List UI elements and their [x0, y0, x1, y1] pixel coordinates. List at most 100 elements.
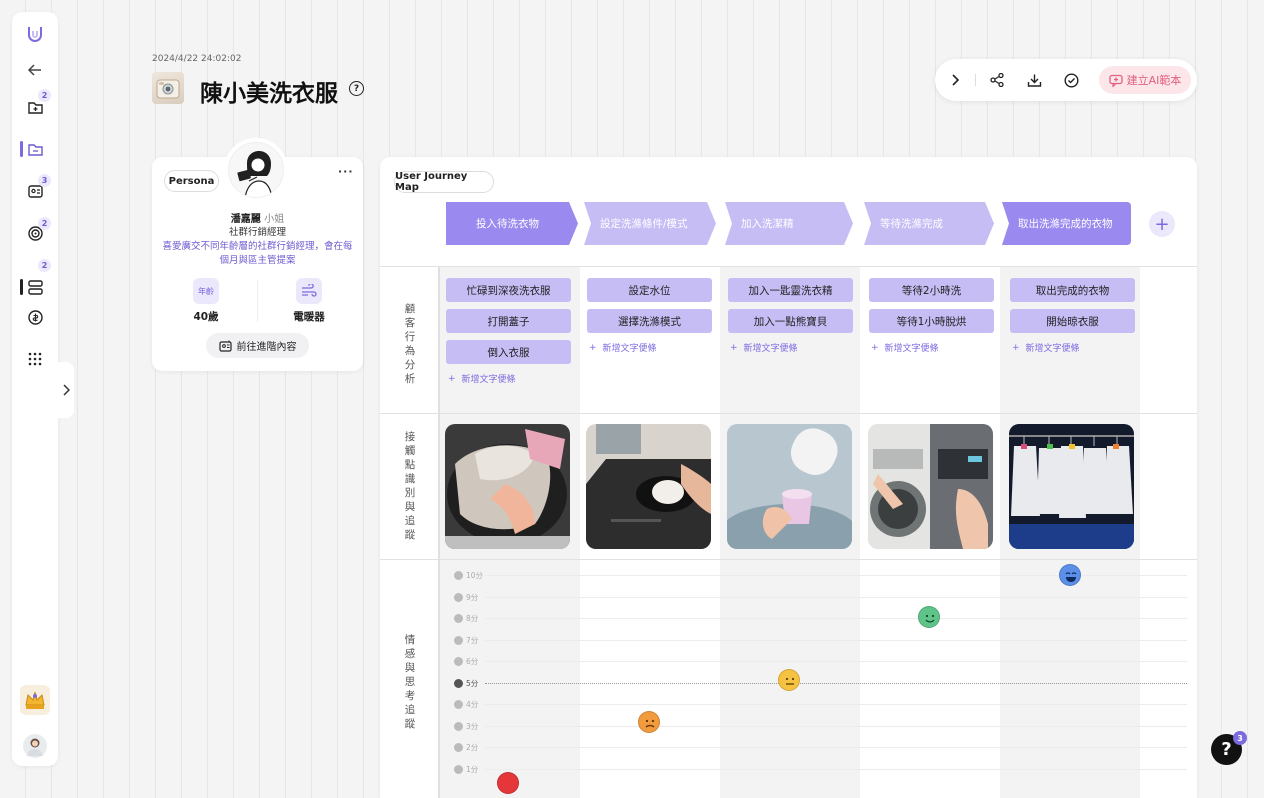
face-icon [454, 614, 463, 623]
more-options-icon[interactable]: ··· [338, 165, 354, 178]
emotion-point-stage-4[interactable] [918, 606, 940, 628]
add-note-button[interactable]: + 新增文字便條 [730, 341, 798, 355]
emotion-point-stage-2[interactable] [638, 711, 660, 733]
add-note-button[interactable]: + 新增文字便條 [589, 341, 657, 355]
plus-icon: + [1012, 342, 1020, 353]
ai-chat-icon [1108, 74, 1123, 87]
score-label: 8分 [454, 613, 478, 624]
add-note-label: 新增文字便條 [461, 375, 516, 385]
plus-icon: + [871, 342, 879, 353]
sidebar-collapse-button[interactable] [58, 362, 74, 418]
sticky-note[interactable]: 打開蓋子 [446, 309, 571, 333]
page-title: 陳小美洗衣服 [200, 81, 338, 107]
emotion-row-label: 情感與思考追蹤 [404, 634, 416, 730]
toolbar-divider [975, 74, 976, 86]
journey-map-tag: User Journey Map [394, 171, 494, 193]
sticky-note[interactable]: 加入一匙靈洗衣精 [728, 278, 853, 302]
add-stage-button[interactable]: + [1149, 211, 1175, 237]
persona-description: 喜愛廣交不同年齡層的社群行銷經理，會在每個月與區主管提案 [162, 241, 353, 266]
app-logo-icon[interactable] [23, 22, 47, 46]
touchpoint-photo-detergent[interactable] [727, 424, 852, 549]
chevron-right-icon[interactable] [944, 69, 966, 91]
download-icon[interactable] [1023, 69, 1045, 91]
stage-1[interactable]: 投入待洗衣物 [446, 202, 578, 245]
score-label: 7分 [454, 635, 478, 646]
persona-card: Persona ··· 潘嘉麗 小姐 社群行銷經理 喜愛廣交不同年齡層的社群行銷… [152, 138, 363, 371]
score-label: 9分 [454, 592, 478, 603]
gridline [485, 747, 1187, 748]
page-timestamp: 2024/4/22 24:02:02 [152, 54, 242, 64]
sticky-note[interactable]: 設定水位 [587, 278, 712, 302]
sticky-note[interactable]: 等待1小時脫烘 [869, 309, 994, 333]
emotion-point-stage-1[interactable] [497, 772, 519, 794]
user-avatar[interactable] [21, 732, 49, 760]
crown-avatar-icon[interactable] [19, 684, 51, 716]
sticky-note[interactable]: 選擇洗滌模式 [587, 309, 712, 333]
persona-role: 社群行銷經理 [228, 227, 286, 238]
face-icon [454, 679, 463, 688]
stage-2[interactable]: 設定洗滌條件/模式 [584, 202, 716, 245]
sticky-note[interactable]: 加入一點熊寶貝 [728, 309, 853, 333]
gridline [485, 618, 1187, 619]
persona-age: 40歲 [193, 311, 219, 323]
emotion-point-stage-5[interactable] [1059, 564, 1081, 586]
persona-name: 潘嘉麗 小姐 [152, 210, 363, 225]
check-circle-icon[interactable] [1060, 69, 1082, 91]
advanced-content-button[interactable]: 前往進階內容 [206, 333, 309, 358]
smile-face-icon [925, 614, 935, 623]
attribute-divider [257, 280, 258, 322]
coin-icon[interactable] [23, 305, 47, 329]
sticky-note[interactable]: 開始晾衣服 [1010, 309, 1135, 333]
target-badge: 2 [38, 217, 51, 230]
grin-face-icon [1065, 572, 1077, 582]
touchpoint-photo-dryer-panel[interactable] [868, 424, 993, 549]
create-ai-template-button[interactable]: 建立AI範本 [1099, 66, 1191, 94]
row-divider [380, 413, 1197, 414]
face-icon [454, 700, 463, 709]
plus-icon: + [730, 342, 738, 353]
sticky-note[interactable]: 倒入衣服 [446, 340, 571, 364]
title-thumbnail [152, 72, 184, 104]
sticky-note[interactable]: 等待2小時洗 [869, 278, 994, 302]
add-note-button[interactable]: + 新增文字便條 [871, 341, 939, 355]
gridline [485, 726, 1187, 727]
add-note-button[interactable]: + 新增文字便條 [448, 372, 516, 386]
gridline [485, 769, 1187, 770]
score-label: 6分 [454, 656, 478, 667]
journey-folder-icon[interactable] [23, 137, 47, 161]
stage-4[interactable]: 等待洗滌完成 [864, 202, 994, 245]
face-icon [454, 722, 463, 731]
plus-icon: + [589, 342, 597, 353]
help-icon[interactable]: ? [349, 81, 364, 96]
touchpoint-photo-washer-panel[interactable] [586, 424, 711, 549]
share-icon[interactable] [986, 69, 1008, 91]
folder-badge: 2 [38, 89, 51, 102]
persona-avatar[interactable] [224, 138, 288, 202]
add-note-button[interactable]: + 新增文字便條 [1012, 341, 1080, 355]
add-note-label: 新增文字便條 [1025, 344, 1080, 354]
row-divider [380, 559, 1197, 560]
toolbar: 建立AI範本 [935, 59, 1197, 101]
emotion-point-stage-3[interactable] [778, 669, 800, 691]
sticky-note[interactable]: 忙碌到深夜洗衣服 [446, 278, 571, 302]
touchpoint-row-label: 接觸點識別與追蹤 [404, 431, 416, 541]
back-arrow-icon[interactable] [23, 58, 47, 82]
help-badge: 3 [1233, 731, 1247, 745]
score-label: 4分 [454, 699, 478, 710]
add-note-label: 新增文字便條 [743, 344, 798, 354]
score-label: 5分 [454, 678, 478, 689]
apps-grid-icon[interactable] [23, 347, 47, 371]
gridline [485, 597, 1187, 598]
stage-5[interactable]: 取出洗滌完成的衣物 [1002, 202, 1131, 245]
sticky-note[interactable]: 取出完成的衣物 [1010, 278, 1135, 302]
journey-map-card: User Journey Map 投入待洗衣物 設定洗滌條件/模式 加入洗潔精 … [380, 157, 1197, 798]
stage-3[interactable]: 加入洗潔精 [725, 202, 853, 245]
gridline [485, 661, 1187, 662]
board-icon[interactable] [23, 275, 47, 299]
ai-template-label: 建立AI範本 [1126, 74, 1182, 87]
touchpoint-photo-hanging-clothes[interactable] [1009, 424, 1134, 549]
touchpoint-photo-washer-load[interactable] [445, 424, 570, 549]
score-label: 2分 [454, 742, 478, 753]
gridline [485, 704, 1187, 705]
face-icon [454, 636, 463, 645]
